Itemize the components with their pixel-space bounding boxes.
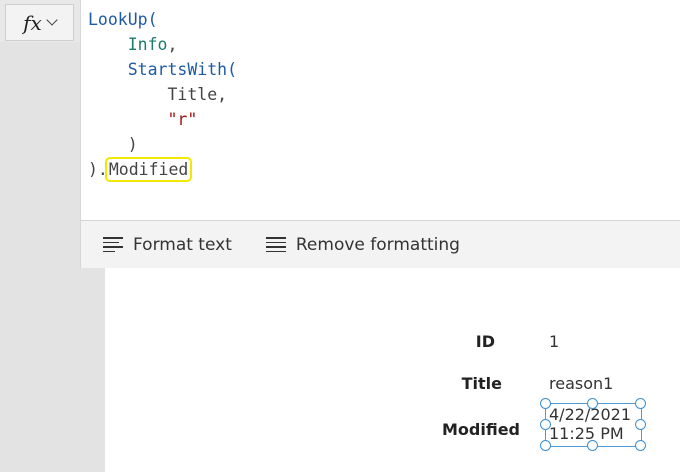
code-line: Title, — [88, 82, 237, 107]
resize-handle-top-right[interactable] — [635, 398, 646, 409]
remove-formatting-button[interactable]: Remove formatting — [265, 234, 460, 255]
field-value-title: reason1 — [549, 374, 614, 393]
code-token: LookUp( — [88, 10, 158, 29]
highlighted-token: Modified — [104, 157, 193, 182]
field-label-title: Title — [461, 374, 502, 393]
resize-handle-top-left[interactable] — [540, 398, 551, 409]
field-label-id: ID — [475, 332, 495, 351]
resize-handle-bottom-left[interactable] — [540, 440, 551, 451]
fx-icon: fx — [23, 10, 42, 35]
app-canvas: ID 1 Title reason1 Modified 4/22/2021 11… — [105, 268, 680, 472]
remove-formatting-label: Remove formatting — [295, 234, 460, 255]
code-token: StartsWith( — [127, 60, 238, 79]
code-token: Info — [127, 35, 168, 54]
format-text-label: Format text — [133, 234, 232, 255]
left-panel-lower — [80, 268, 105, 472]
code-line: ) — [88, 132, 237, 157]
resize-handle-bottom[interactable] — [587, 440, 598, 451]
field-label-modified: Modified — [441, 420, 520, 439]
code-line: ).Modified — [88, 157, 237, 182]
fx-dropdown-button[interactable]: fx — [5, 4, 74, 41]
code-token: "r" — [167, 110, 198, 129]
formula-bar: LookUp( Info, StartsWith( Title, "r" )).… — [80, 0, 680, 268]
field-value-modified: 4/22/2021 11:25 PM — [549, 405, 631, 443]
code-line: Info, — [88, 32, 237, 57]
resize-handle-bottom-right[interactable] — [635, 440, 646, 451]
formula-toolbar: Format text Remove formatting — [81, 220, 680, 268]
code-token: Title, — [88, 85, 228, 104]
format-text-button[interactable]: Format text — [103, 235, 232, 255]
code-line: StartsWith( — [88, 57, 237, 82]
left-panel — [0, 42, 80, 472]
field-value-id: 1 — [549, 332, 560, 351]
format-text-icon — [103, 237, 123, 252]
code-line: LookUp( — [88, 7, 237, 32]
resize-handle-top[interactable] — [587, 398, 598, 409]
resize-handle-right[interactable] — [635, 419, 646, 430]
resize-handle-left[interactable] — [540, 419, 551, 430]
chevron-down-icon — [46, 14, 58, 26]
code-token: ) — [88, 135, 138, 154]
code-token: , — [167, 35, 178, 54]
code-line: "r" — [88, 107, 237, 132]
modified-value-control-selected[interactable]: 4/22/2021 11:25 PM — [540, 398, 646, 451]
remove-formatting-icon — [265, 237, 286, 252]
formula-editor[interactable]: LookUp( Info, StartsWith( Title, "r" )).… — [88, 7, 237, 182]
